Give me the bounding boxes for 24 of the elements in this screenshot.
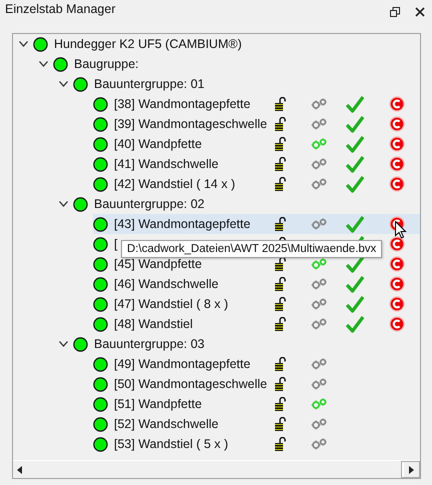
tree-label[interactable]: [47] Wandstiel ( 8 x ) <box>114 297 228 311</box>
tree-label[interactable]: [48] Wandstiel <box>114 317 193 331</box>
tree-label[interactable]: Bauuntergruppe: 03 <box>94 337 205 351</box>
window-title: Einzelstab Manager <box>5 2 116 16</box>
tree-label[interactable]: [53] Wandstiel ( 5 x ) <box>114 437 228 451</box>
tree-label[interactable]: [51] Wandpfette <box>114 397 202 411</box>
tree-label[interactable]: [45] Wandpfette <box>114 257 202 271</box>
tree-label[interactable]: Bauuntergruppe: 02 <box>94 197 205 211</box>
tree-label[interactable]: [39] Wandmontageschwelle <box>114 117 268 131</box>
tree-label[interactable]: [38] Wandmontagepfette <box>114 97 250 111</box>
tree-label[interactable]: Bauuntergruppe: 01 <box>94 77 205 91</box>
file-path-tooltip: D:\cadwork_Dateien\AWT 2025\Multiwaende.bvx <box>121 240 382 258</box>
tree-label[interactable]: [41] Wandschwelle <box>114 157 218 171</box>
tree-label[interactable]: Baugruppe: <box>74 57 139 71</box>
tree-label[interactable]: Hundegger K2 UF5 (CAMBIUM®) <box>54 37 242 51</box>
selected-row[interactable]: [43] Wandmontagepfette <box>93 214 420 234</box>
tree-label[interactable]: [42] Wandstiel ( 14 x ) <box>114 177 236 191</box>
tree-label[interactable]: [46] Wandschwelle <box>114 277 218 291</box>
tree-label[interactable]: [40] Wandpfette <box>114 137 202 151</box>
tree-label[interactable]: [52] Wandschwelle <box>114 417 218 431</box>
tree-label[interactable]: [50] Wandmontageschwelle <box>114 377 268 391</box>
tree-label[interactable]: [49] Wandmontagepfette <box>114 357 250 371</box>
tree-label[interactable]: [ <box>114 237 118 251</box>
tree-label[interactable]: [43] Wandmontagepfette <box>114 217 250 231</box>
